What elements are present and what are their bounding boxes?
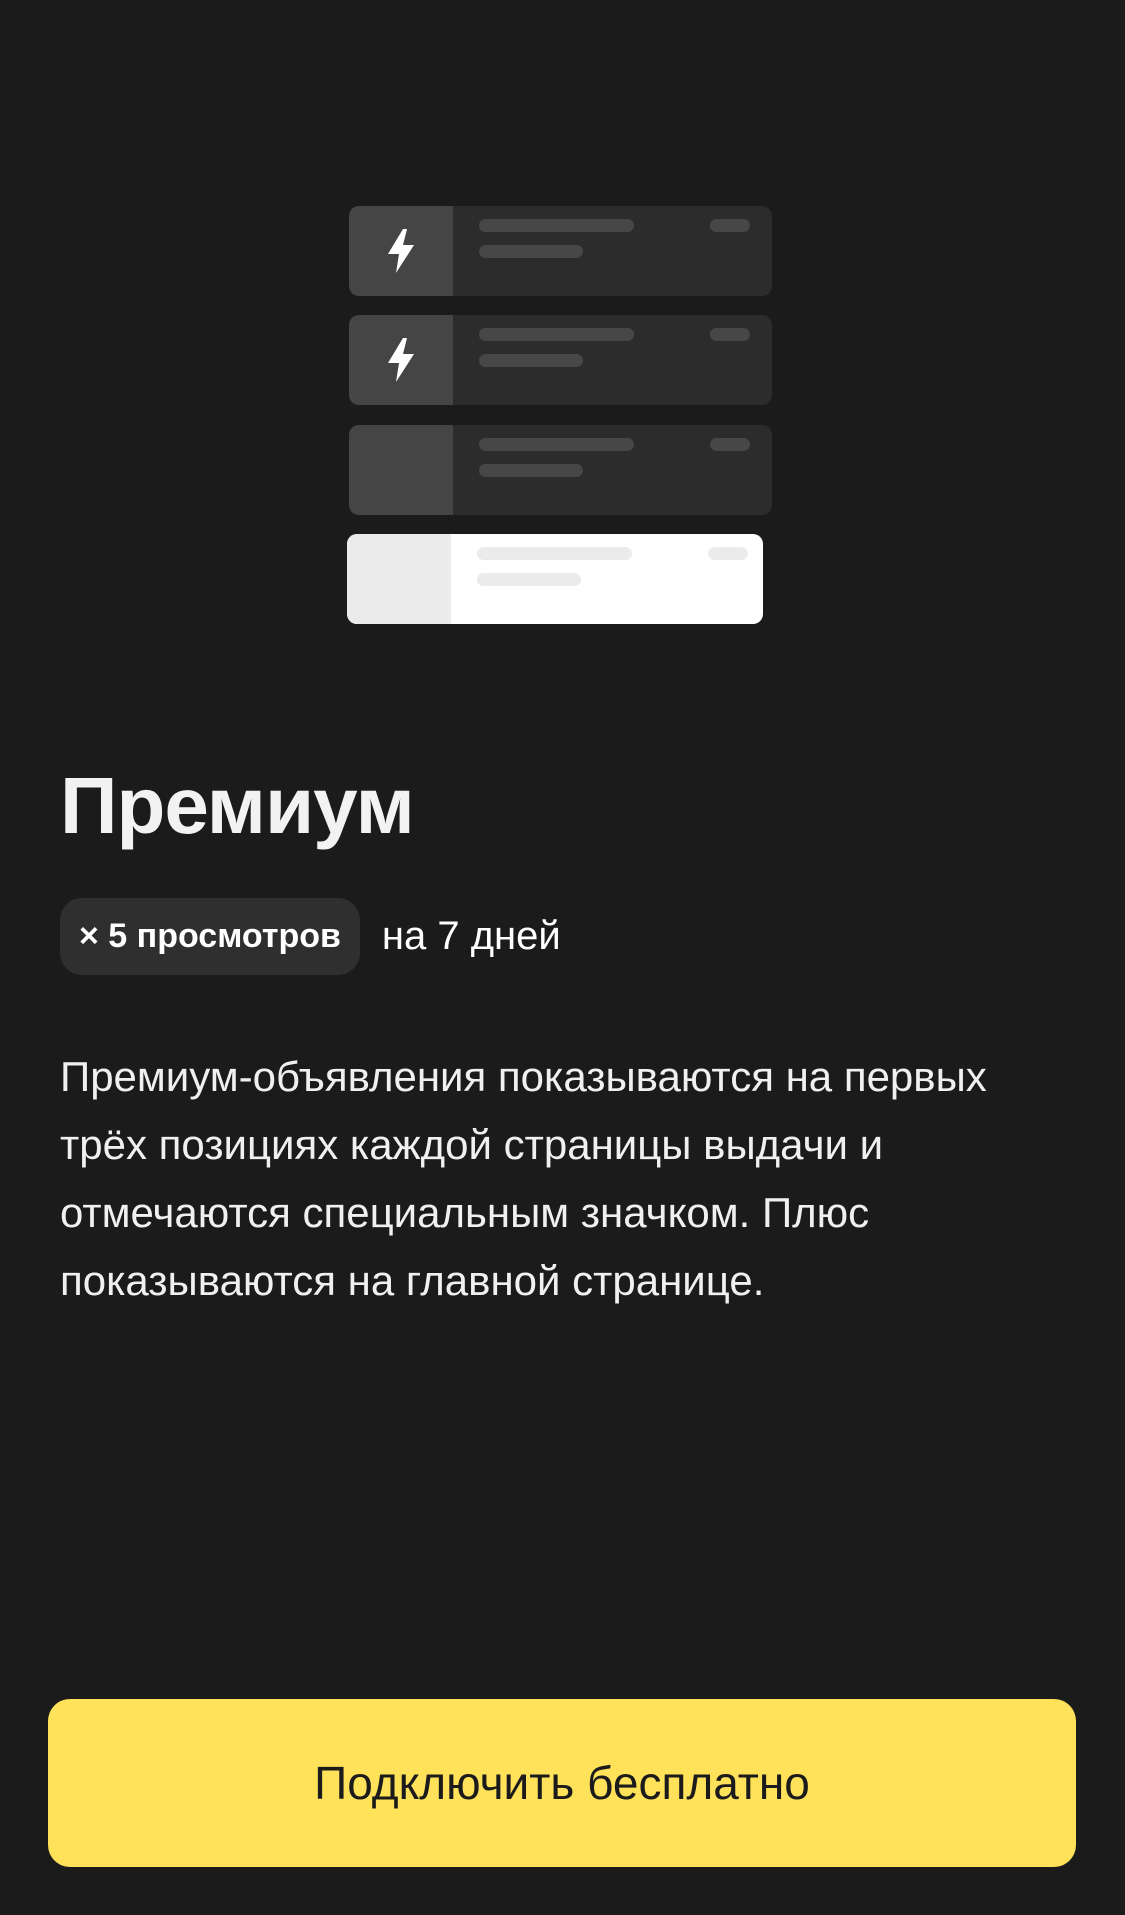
duration-text: на 7 дней: [381, 914, 561, 958]
premium-illustration: [347, 206, 774, 626]
listing-thumb: [349, 206, 453, 296]
price-placeholder: [710, 438, 750, 451]
text-line-placeholder: [477, 547, 632, 560]
listing-thumb: [349, 425, 453, 515]
listing-card-placeholder: [349, 206, 772, 296]
listing-card-placeholder: [349, 425, 772, 515]
description-text: Премиум-объявления показываются на первы…: [60, 1053, 987, 1304]
views-multiplier-badge: × 5 просмотров: [60, 898, 360, 975]
text-line-placeholder: [479, 245, 583, 258]
listing-card-placeholder-regular: [347, 534, 763, 624]
enable-free-button[interactable]: Подключить бесплатно: [48, 1699, 1076, 1867]
page-title: Премиум: [60, 761, 415, 850]
lightning-icon: [388, 229, 414, 273]
text-line-placeholder: [479, 464, 583, 477]
text-line-placeholder: [477, 573, 581, 586]
price-placeholder: [708, 547, 748, 560]
text-line-placeholder: [479, 328, 634, 341]
listing-card-placeholder: [349, 315, 772, 405]
text-line-placeholder: [479, 354, 583, 367]
lightning-icon: [388, 338, 414, 382]
listing-thumb: [349, 315, 453, 405]
listing-thumb: [347, 534, 451, 624]
tag-row: × 5 просмотров на 7 дней: [60, 898, 561, 975]
text-line-placeholder: [479, 438, 634, 451]
price-placeholder: [710, 219, 750, 232]
text-line-placeholder: [479, 219, 634, 232]
price-placeholder: [710, 328, 750, 341]
